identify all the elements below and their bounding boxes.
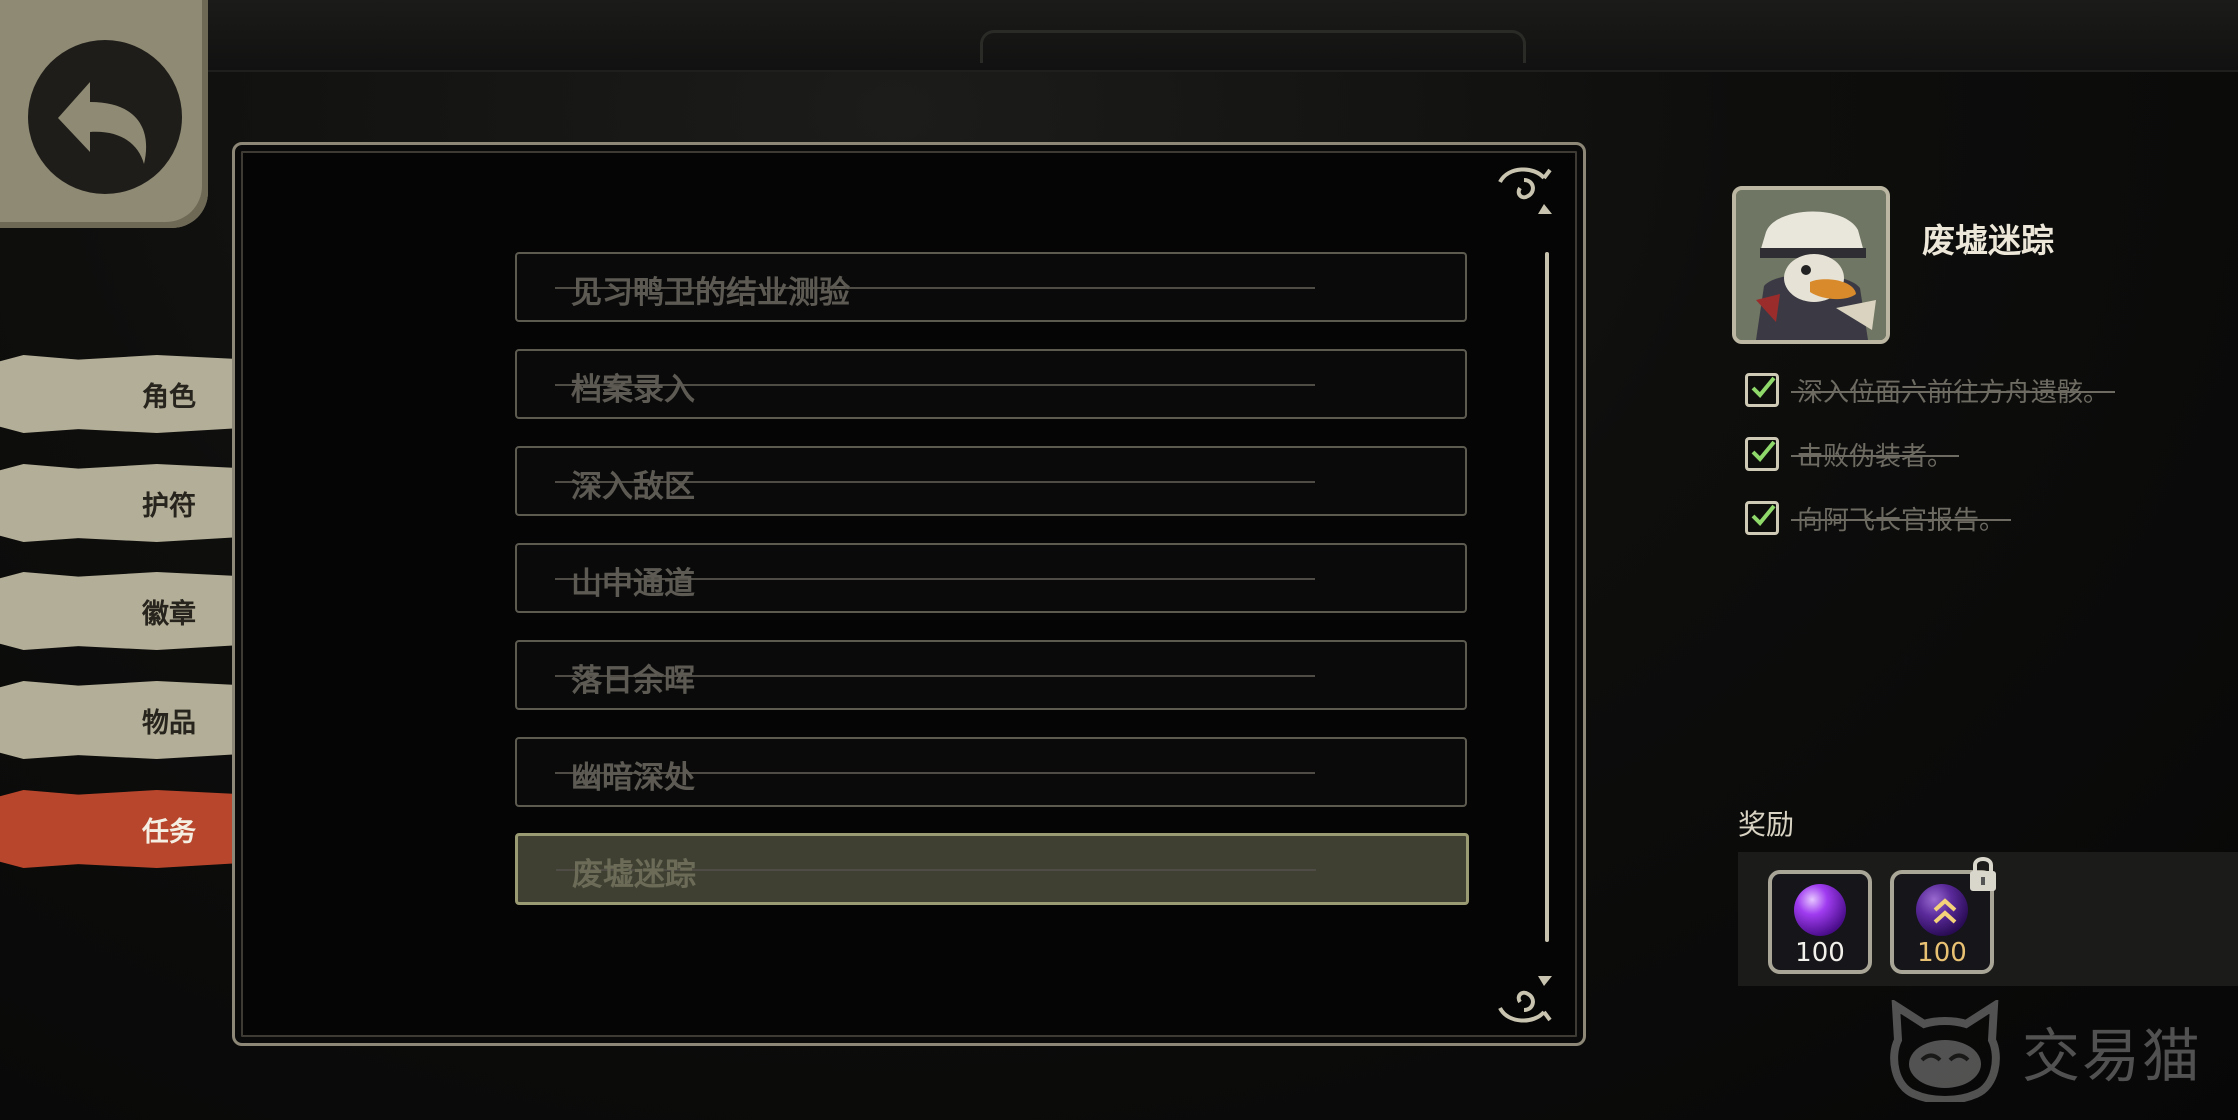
reward-amount: 100	[1917, 938, 1967, 968]
top-frame-ornament	[980, 30, 1526, 63]
quest-row[interactable]: 幽暗深处	[515, 737, 1467, 807]
quest-row-label: 山中通道	[571, 566, 695, 602]
quest-row[interactable]: 见习鸭卫的结业测验	[515, 252, 1467, 322]
rewards-label: 奖励	[1738, 808, 1795, 841]
watermark-text: 交易猫	[2022, 1022, 2203, 1090]
objective-item: 深入位面六前往方舟遗骸。	[1745, 368, 2116, 412]
quest-row[interactable]: 落日余晖	[515, 640, 1467, 710]
back-button[interactable]	[0, 0, 208, 228]
back-arrow-icon	[58, 82, 147, 164]
quest-row-label: 见习鸭卫的结业测验	[571, 275, 850, 311]
quest-row-label: 幽暗深处	[571, 760, 695, 796]
quest-list-scrollbar[interactable]	[1545, 252, 1549, 942]
quest-row-label: 落日余晖	[571, 663, 695, 699]
reward-item[interactable]: 100	[1768, 870, 1872, 974]
tab-label: 任务	[142, 816, 196, 848]
quest-row-selected[interactable]: 废墟迷踪	[515, 833, 1469, 905]
upgrade-chevron-icon	[1933, 898, 1957, 924]
checkbox-checked-icon	[1745, 437, 1779, 471]
checkbox-checked-icon	[1745, 501, 1779, 535]
objective-item: 击败伪装者。	[1745, 432, 1960, 476]
objective-text: 深入位面六前往方舟遗骸。	[1790, 372, 2116, 409]
objective-item: 向阿飞长官报告。	[1745, 496, 2012, 540]
quest-row[interactable]: 山中通道	[515, 543, 1467, 613]
quest-row-label: 档案录入	[571, 372, 695, 408]
purple-orb-icon	[1794, 884, 1846, 936]
quest-row-label: 深入敌区	[571, 469, 695, 505]
checkbox-checked-icon	[1745, 373, 1779, 407]
corner-ornament-icon	[1498, 976, 1552, 1023]
quest-title: 废墟迷踪	[1922, 221, 2054, 260]
quest-row-label: 废墟迷踪	[572, 857, 696, 893]
quest-row[interactable]: 档案录入	[515, 349, 1467, 419]
lock-icon	[1970, 857, 1996, 891]
duck-officer-avatar-icon	[1736, 190, 1886, 340]
reward-amount: 100	[1795, 938, 1845, 968]
tab-label: 物品	[142, 707, 196, 739]
back-icon-circle	[28, 40, 182, 194]
dark-purple-orb-upgrade-icon	[1916, 884, 1968, 936]
quest-giver-portrait	[1732, 186, 1890, 344]
tab-label: 角色	[142, 381, 196, 413]
quest-row[interactable]: 深入敌区	[515, 446, 1467, 516]
watermark: 交易猫	[1886, 1000, 2202, 1102]
quest-screen: 角色 护符 徽章 物品 任务 见习鸭卫的结业测验 档案录入 深入敌区 山中通道 …	[0, 0, 2238, 1120]
objective-text: 向阿飞长官报告。	[1790, 500, 2012, 537]
corner-ornament-icon	[1498, 167, 1552, 214]
cat-logo-icon	[1890, 1000, 2000, 1102]
tab-label: 护符	[142, 490, 196, 522]
tab-label: 徽章	[142, 598, 196, 630]
objective-text: 击败伪装者。	[1790, 436, 1960, 473]
